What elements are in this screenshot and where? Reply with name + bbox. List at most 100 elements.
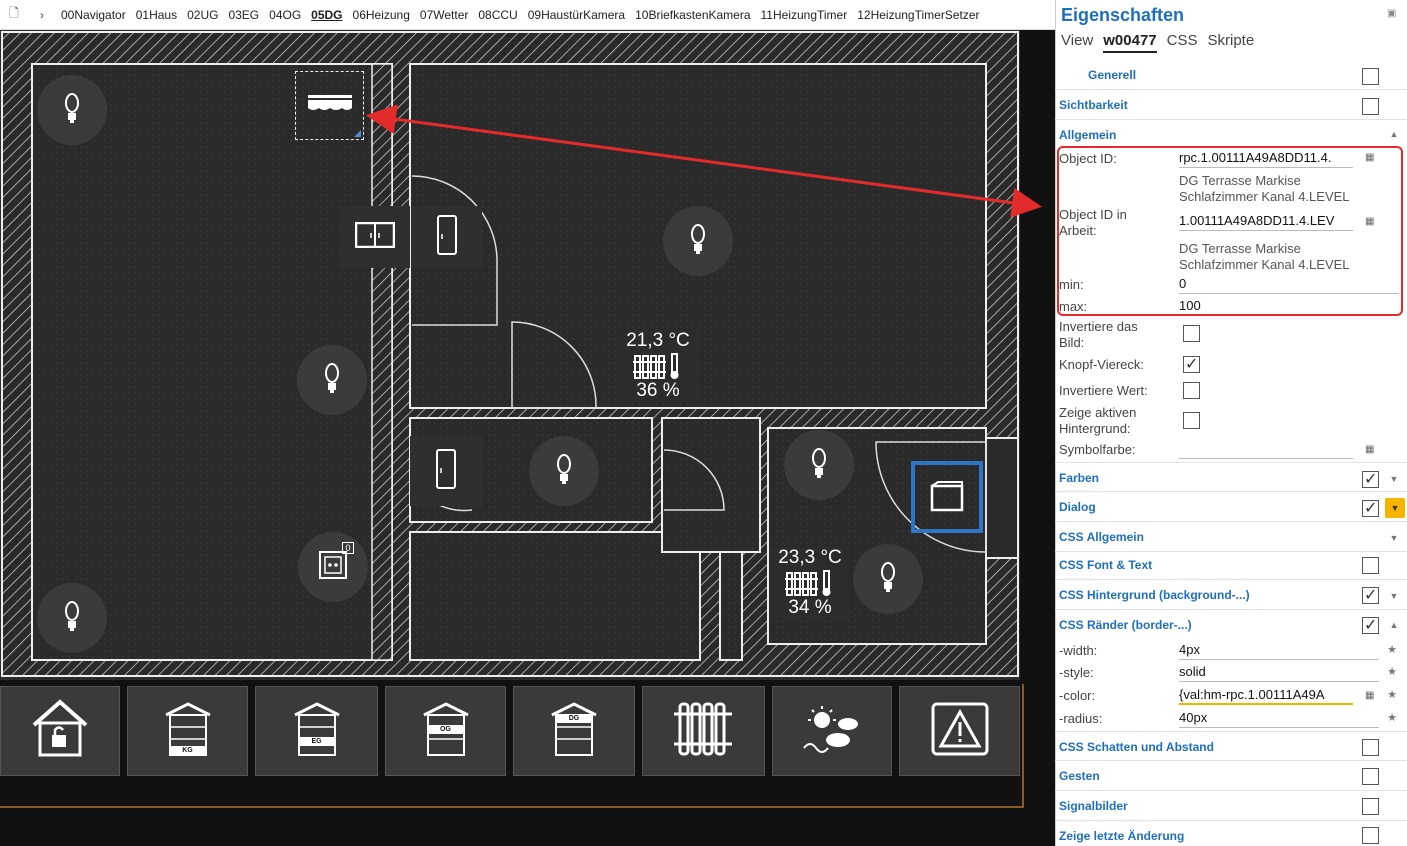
lamp-button[interactable] <box>784 430 854 500</box>
nav-alarm-button[interactable] <box>899 686 1020 776</box>
border-width-input[interactable]: 4px <box>1179 642 1379 660</box>
group-css-allgemein[interactable]: CSS Allgemein ▼ <box>1055 522 1407 552</box>
lamp-button[interactable] <box>529 436 599 506</box>
nav-home-button[interactable] <box>0 686 120 776</box>
chevron-up-icon[interactable]: ▲ <box>1389 129 1399 139</box>
group-css-font[interactable]: CSS Font & Text <box>1055 550 1407 580</box>
invert-image-checkbox[interactable] <box>1183 325 1200 342</box>
group-farben[interactable]: Farben ▼ <box>1055 462 1407 492</box>
color-picker-icon[interactable]: ▦ <box>1365 444 1374 455</box>
chevron-down-icon[interactable]: ▼ <box>1389 591 1399 601</box>
group-gesten[interactable]: Gesten <box>1055 761 1407 791</box>
tab-css[interactable]: CSS <box>1167 32 1198 53</box>
lamp-button[interactable] <box>663 206 733 276</box>
group-css-border[interactable]: CSS Ränder (border-...) ▲ <box>1055 610 1407 636</box>
last-change-checkbox[interactable] <box>1362 827 1379 844</box>
climate-display: 21,3 °C 36 % <box>618 330 698 402</box>
tab-scripts[interactable]: Skripte <box>1207 32 1254 53</box>
nav-eg-button[interactable]: EG <box>255 686 378 776</box>
sichtbarkeit-checkbox[interactable] <box>1362 98 1379 115</box>
bulb-icon <box>808 446 830 485</box>
tab-widget[interactable]: w00477 <box>1103 32 1157 53</box>
window-handle-widget[interactable] <box>911 461 983 533</box>
tab-view-3[interactable]: 03EG <box>223 0 264 29</box>
tab-view-6[interactable]: 06Heizung <box>348 0 415 29</box>
group-dialog[interactable]: Dialog ▼ <box>1055 492 1407 522</box>
tab-view-12[interactable]: 12HeizungTimerSetzer <box>852 0 984 29</box>
border-radius-input[interactable]: 40px <box>1179 710 1379 728</box>
border-style-input[interactable]: solid <box>1179 664 1379 682</box>
door-icon <box>436 214 458 260</box>
nav-kg-button[interactable]: KG <box>127 686 248 776</box>
radiator-thermometer-icon <box>618 352 698 380</box>
signalbilder-checkbox[interactable] <box>1362 798 1379 815</box>
chevron-down-icon[interactable]: ▼ <box>1389 474 1399 484</box>
nav-dg-button[interactable]: DG <box>513 686 635 776</box>
door-contact[interactable] <box>410 436 482 506</box>
page-icon[interactable]: 🗋 <box>0 4 28 25</box>
css-font-checkbox[interactable] <box>1362 557 1379 574</box>
tab-view-0[interactable]: 00Navigator <box>56 0 131 29</box>
group-label: Signalbilder <box>1059 799 1128 813</box>
button-square-checkbox[interactable] <box>1183 354 1200 374</box>
dialog-checkbox[interactable] <box>1362 498 1379 518</box>
tab-view-10[interactable]: 10BriefkastenKamera <box>630 0 755 29</box>
tab-view-7[interactable]: 07Wetter <box>415 0 473 29</box>
bulb-icon <box>61 91 83 130</box>
lamp-button[interactable] <box>37 75 107 145</box>
nav-heating-button[interactable] <box>642 686 765 776</box>
window-contact[interactable] <box>340 206 410 268</box>
chevron-down-icon[interactable]: ▼ <box>1389 533 1399 543</box>
css-shadow-checkbox[interactable] <box>1362 739 1379 756</box>
farben-checkbox[interactable] <box>1362 469 1379 489</box>
group-signalbilder[interactable]: Signalbilder <box>1055 791 1407 821</box>
tab-view[interactable]: View <box>1061 32 1093 53</box>
color-picker-icon[interactable]: ▦ <box>1365 690 1374 701</box>
tab-view-11[interactable]: 11HeizungTimer <box>756 0 853 29</box>
chevron-up-icon[interactable]: ▲ <box>1389 620 1399 630</box>
active-bg-checkbox[interactable] <box>1183 412 1200 429</box>
group-sichtbarkeit[interactable]: Sichtbarkeit <box>1055 90 1407 120</box>
group-last-change[interactable]: Zeige letzte Änderung <box>1055 821 1407 846</box>
group-allgemein[interactable]: Allgemein ▲ <box>1055 120 1407 144</box>
nav-weather-button[interactable] <box>772 686 892 776</box>
group-label: Sichtbarkeit <box>1059 98 1128 112</box>
chevron-right-icon[interactable]: › <box>28 8 56 22</box>
tab-view-1[interactable]: 01Haus <box>131 0 182 29</box>
tab-view-4[interactable]: 04OG <box>264 0 306 29</box>
active-bg-label: Hintergrund: <box>1059 421 1131 436</box>
floor-label: OG <box>440 726 451 733</box>
tab-view-8[interactable]: 08CCU <box>473 0 522 29</box>
css-border-checkbox[interactable] <box>1362 615 1379 635</box>
nav-og-button[interactable]: OG <box>385 686 506 776</box>
invert-value-checkbox[interactable] <box>1183 382 1200 399</box>
gesten-checkbox[interactable] <box>1362 768 1379 785</box>
symbol-color-input[interactable] <box>1179 441 1353 459</box>
button-square-label: Knopf-Viereck: <box>1059 357 1145 372</box>
star-icon[interactable]: ★ <box>1385 711 1399 725</box>
tab-view-5[interactable]: 05DG <box>306 0 347 29</box>
generell-checkbox[interactable] <box>1362 68 1379 85</box>
group-label: Generell <box>1088 68 1137 82</box>
pin-icon[interactable]: ▣ <box>1387 8 1397 19</box>
selected-widget-frame[interactable] <box>295 71 364 140</box>
star-icon[interactable]: ★ <box>1385 688 1399 702</box>
socket-button[interactable]: 0 <box>298 532 368 602</box>
tab-view-2[interactable]: 02UG <box>182 0 223 29</box>
star-icon[interactable]: ★ <box>1385 643 1399 657</box>
group-css-shadow[interactable]: CSS Schatten und Abstand <box>1055 731 1407 761</box>
star-icon[interactable]: ★ <box>1385 665 1399 679</box>
border-color-input[interactable]: {val:hm-rpc.1.00111A49A <box>1179 687 1353 705</box>
css-background-checkbox[interactable] <box>1362 585 1379 605</box>
lamp-button[interactable] <box>853 544 923 614</box>
lamp-button[interactable] <box>37 583 107 653</box>
group-generell[interactable]: Generell <box>1055 60 1407 90</box>
door-contact[interactable] <box>412 206 482 268</box>
dialog-dropdown-button[interactable]: ▼ <box>1385 498 1405 518</box>
group-label: Farben <box>1059 471 1100 485</box>
group-css-background[interactable]: CSS Hintergrund (background-...) ▼ <box>1055 580 1407 610</box>
tab-view-9[interactable]: 09HaustürKamera <box>523 0 630 29</box>
lamp-button[interactable] <box>297 345 367 415</box>
socket-count-badge: 0 <box>342 542 354 554</box>
resize-handle[interactable] <box>354 130 361 137</box>
